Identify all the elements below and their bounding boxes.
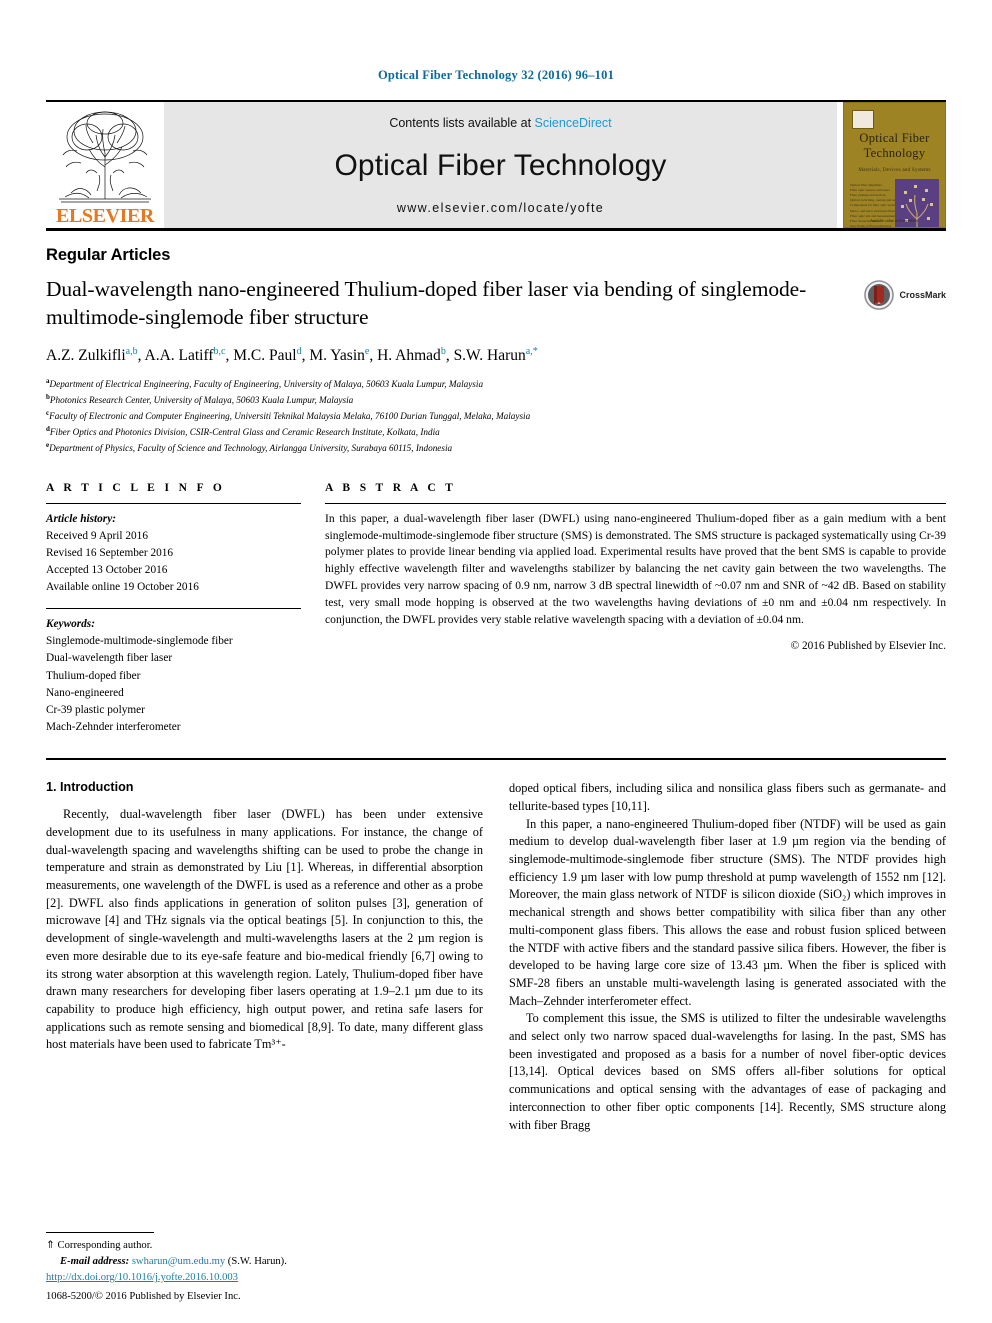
history-item: Accepted 13 October 2016 [46,564,168,577]
keywords-rule [46,608,301,610]
history-item: Revised 16 September 2016 [46,546,174,559]
affiliation-text: Photonics Research Center, University of… [49,394,354,405]
author-list: A.Z. Zulkiflia,b, A.A. Latiffb,c, M.C. P… [46,345,946,367]
paragraph: doped optical fibers, including silica a… [509,781,946,813]
keyword: Dual-wavelength fiber laser [46,652,173,665]
affiliation: aDepartment of Electrical Engineering, F… [46,376,946,392]
keyword: Singlemode-multimode-singlemode fiber [46,635,233,648]
affiliation-text: Department of Physics, Faculty of Scienc… [49,442,453,453]
author-name: A.Z. Zulkifli [46,347,126,365]
abstract-bottom-rule [46,758,946,761]
masthead-bottom-rule [46,228,946,231]
elsevier-tree-icon [59,111,151,203]
journal-cover-thumbnail[interactable]: Optical Fiber Technology Materials, Devi… [843,102,946,228]
sciencedirect-link[interactable]: ScienceDirect [535,116,612,130]
cover-title-line1: Optical Fiber [859,131,930,145]
section-heading-introduction: 1. Introduction [46,780,134,795]
contents-prefix: Contents lists available at [389,116,532,130]
author-name: M.C. Paul [233,347,297,365]
corresponding-author-line: ⇑ Corresponding author. [46,1238,486,1254]
paper-page: Optical Fiber Technology 32 (2016) 96–10… [0,0,992,1323]
page-title: Dual-wavelength nano-engineered Thulium-… [46,277,807,329]
author-sep: , [137,347,145,365]
keyword: Nano-engineered [46,686,124,699]
masthead-center: Contents lists available at ScienceDirec… [164,102,837,228]
contents-available-line: Contents lists available at ScienceDirec… [389,116,611,130]
issn-copyright-line: 1068-5200/© 2016 Published by Elsevier I… [46,1291,241,1303]
author-sep: , [369,347,378,365]
author: M. Yasine [309,346,369,365]
crossmark-label: CrossMark [899,290,946,300]
article-history-label: Article history: [46,512,116,525]
corresponding-author-text: Corresponding author. [57,1240,153,1252]
cover-publisher-mark-icon [852,110,874,129]
affiliation: dFiber Optics and Photonics Division, CS… [46,424,946,440]
author: A.A. Latiffb,c [144,345,226,365]
author: H. Ahmadb [377,346,446,365]
journal-masthead: ELSEVIER Contents lists available at Sci… [46,102,946,228]
cover-footer: Available online at ScienceDirect [870,219,919,223]
cover-title-line2: Technology [863,145,926,160]
affiliation-text: Department of Electrical Engineering, Fa… [49,379,484,390]
cover-subtitle: Materials, Devices and Systems [858,167,931,173]
paragraph: In this paper, a nano-engineered Thulium… [509,816,946,1008]
keyword: Mach-Zehnder interferometer [46,721,181,734]
keyword: Cr-39 plastic polymer [46,703,145,716]
keywords-label: Keywords: [46,618,95,631]
body-column-left: 1. Introduction Recently, dual-wavelengt… [46,780,483,1134]
affiliation: bPhotonics Research Center, University o… [46,392,946,408]
elsevier-wordmark: ELSEVIER [56,205,154,227]
author-affiliation-mark: b,c [213,345,226,357]
affiliation-text: Fiber Optics and Photonics Division, CSI… [49,426,440,437]
affiliation-text: Faculty of Electronic and Computer Engin… [49,410,531,421]
abstract-copyright: © 2016 Published by Elsevier Inc. [790,640,946,653]
affiliation: cFaculty of Electronic and Computer Engi… [46,408,946,424]
email-link[interactable]: swharun@um.edu.my [132,1256,225,1267]
cover-title: Optical Fiber Technology [844,131,945,161]
doi-block: http://dx.doi.org/10.1016/j.yofte.2016.1… [46,1270,486,1305]
affiliation: eDepartment of Physics, Faculty of Scien… [46,440,946,456]
body-columns: 1. Introduction Recently, dual-wavelengt… [46,780,946,1134]
corresponding-marker-icon: ⇑ [46,1240,55,1252]
history-item: Received 9 April 2016 [46,529,148,542]
author-name: A.A. Latiff [144,347,214,365]
article-type-label: Regular Articles [46,246,171,264]
title-row: Dual-wavelength nano-engineered Thulium-… [46,276,946,332]
journal-title: Optical Fiber Technology [334,148,667,182]
affiliation-list: aDepartment of Electrical Engineering, F… [46,376,946,456]
info-abstract-block: A R T I C L E I N F O Article history: R… [46,482,946,736]
journal-homepage-url[interactable]: www.elsevier.com/locate/yofte [397,201,604,215]
author: S.W. Haruna,* [453,345,538,365]
article-info-column: A R T I C L E I N F O Article history: R… [46,482,301,736]
paragraph: To complement this issue, the SMS is uti… [509,1011,946,1132]
footnote-rule [46,1232,154,1234]
abstract-rule [325,502,946,504]
keyword: Thulium-doped fiber [46,669,141,682]
author-affiliation-mark: a,b [125,345,138,357]
abstract-text: In this paper, a dual-wavelength fiber l… [325,511,946,626]
article-info-heading: A R T I C L E I N F O [46,481,226,494]
abstract-heading: A B S T R A C T [325,481,457,494]
author-name: M. Yasin [309,347,365,365]
crossmark-icon [864,280,895,310]
abstract-column: A B S T R A C T In this paper, a dual-wa… [325,482,946,736]
email-label: E-mail address: [60,1256,130,1268]
history-item: Available online 19 October 2016 [46,581,199,594]
elsevier-logo: ELSEVIER [46,102,164,228]
crossmark-badge[interactable]: CrossMark [864,280,946,310]
author: M.C. Pauld [233,346,301,365]
paragraph: Recently, dual-wavelength fiber laser (D… [46,807,483,1052]
running-head: Optical Fiber Technology 32 (2016) 96–10… [377,68,615,82]
email-line: E-mail address: swharun@um.edu.my (S.W. … [46,1254,486,1270]
email-owner: (S.W. Harun). [227,1256,287,1268]
doi-link[interactable]: http://dx.doi.org/10.1016/j.yofte.2016.1… [46,1270,486,1286]
author-sep: , [445,347,454,365]
article-info-rule [46,502,301,504]
author: A.Z. Zulkiflia,b [46,345,138,365]
body-column-right: doped optical fibers, including silica a… [509,780,946,1134]
author-affiliation-mark: a,* [525,345,538,357]
author-name: S.W. Harun [453,347,526,365]
corresponding-author-footnote: ⇑ Corresponding author. E-mail address: … [46,1232,486,1270]
author-name: H. Ahmad [377,347,441,365]
